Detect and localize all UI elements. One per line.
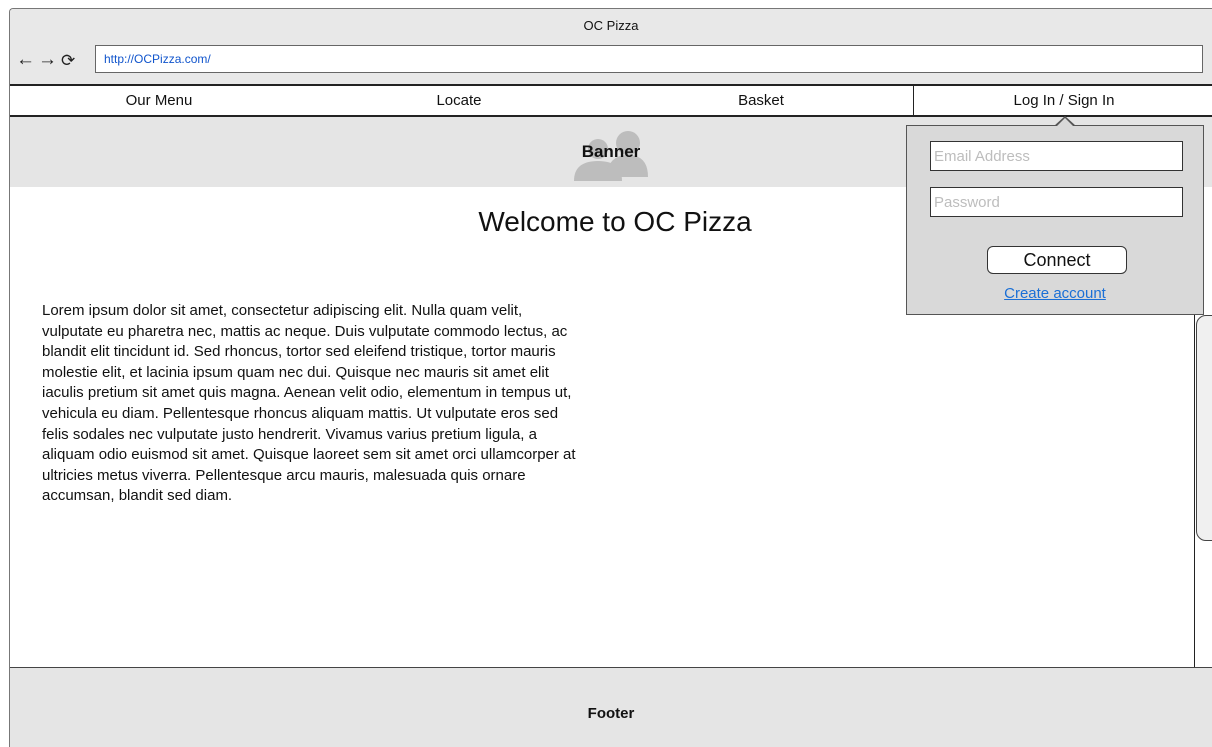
create-account-link[interactable]: Create account (907, 285, 1203, 302)
footer: Footer (10, 667, 1212, 747)
scrollbar-thumb[interactable] (1196, 315, 1212, 541)
browser-window: OC Pizza ← → ⟳ http://OCPizza.com/ Our M… (9, 8, 1212, 747)
nav-item-our-menu[interactable]: Our Menu (10, 86, 309, 115)
email-field[interactable] (930, 141, 1183, 171)
popup-pointer-fill (1056, 118, 1074, 127)
login-popup: Connect Create account (906, 125, 1204, 315)
window-title: OC Pizza (10, 9, 1212, 39)
nav-item-login[interactable]: Log In / Sign In (913, 86, 1212, 115)
address-bar[interactable]: http://OCPizza.com/ (95, 45, 1203, 73)
nav-item-locate[interactable]: Locate (309, 86, 609, 115)
connect-button[interactable]: Connect (987, 246, 1127, 274)
nav-item-basket[interactable]: Basket (609, 86, 913, 115)
password-field[interactable] (930, 187, 1183, 217)
browser-toolbar: ← → ⟳ http://OCPizza.com/ (10, 39, 1212, 85)
reload-icon[interactable]: ⟳ (61, 51, 75, 71)
back-arrow-icon[interactable]: ← (16, 50, 35, 70)
site-nav-bar: Our Menu Locate Basket Log In / Sign In (10, 84, 1212, 117)
body-text: Lorem ipsum dolor sit amet, consectetur … (42, 302, 576, 505)
forward-arrow-icon[interactable]: → (38, 50, 57, 70)
